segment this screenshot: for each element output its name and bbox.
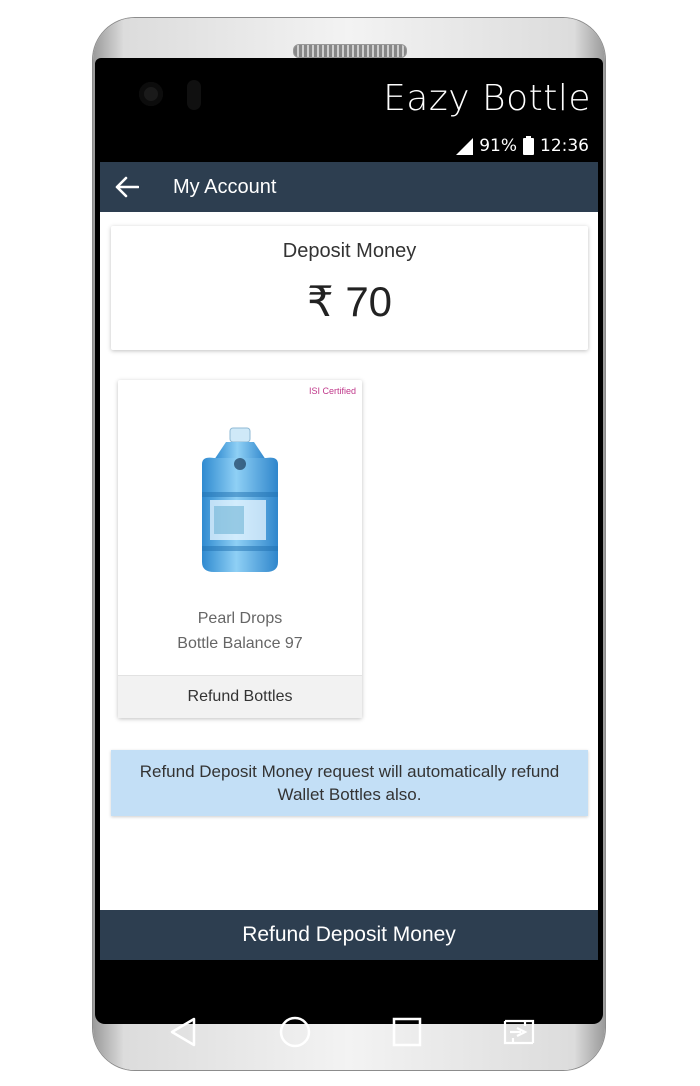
app-bar: My Account [100, 162, 598, 212]
water-bottle-icon [192, 426, 288, 580]
isi-certified-badge: ISI Certified [308, 386, 356, 396]
product-card: ISI Certified Pearl Drops Bottle Balance… [118, 380, 362, 718]
phone-frame: Eazy Bottle 91% 12:36 My Account Deposit… [93, 18, 605, 1070]
bottle-balance: Bottle Balance 97 [177, 635, 303, 652]
earpiece-speaker [293, 44, 407, 58]
status-bar: 91% 12:36 [456, 135, 589, 156]
page-title: My Account [173, 175, 277, 198]
refund-bottles-button[interactable]: Refund Bottles [118, 675, 362, 718]
deposit-amount: ₹ 70 [306, 278, 393, 325]
refund-deposit-money-button[interactable]: Refund Deposit Money [100, 910, 598, 960]
back-triangle-icon[interactable] [163, 1012, 203, 1052]
switch-app-icon[interactable] [499, 1012, 539, 1052]
deposit-card: Deposit Money ₹ 70 [111, 226, 588, 350]
battery-percent: 91% [479, 136, 517, 156]
status-time: 12:36 [540, 136, 589, 156]
signal-icon [456, 137, 474, 155]
front-camera-icon [139, 82, 163, 106]
proximity-sensor-icon [187, 80, 201, 110]
home-circle-icon[interactable] [275, 1012, 315, 1052]
info-notice: Refund Deposit Money request will automa… [111, 750, 588, 816]
app-screen: My Account Deposit Money ₹ 70 ISI Certif… [100, 162, 598, 960]
brand-title: Eazy Bottle [383, 78, 591, 119]
android-nav-bar [97, 1000, 605, 1064]
arrow-left-icon[interactable] [115, 176, 139, 198]
product-name: Pearl Drops [197, 610, 283, 627]
recents-square-icon[interactable] [387, 1012, 427, 1052]
battery-icon [523, 135, 534, 155]
deposit-label: Deposit Money [282, 240, 417, 262]
phone-front: Eazy Bottle 91% 12:36 My Account Deposit… [95, 58, 603, 1048]
